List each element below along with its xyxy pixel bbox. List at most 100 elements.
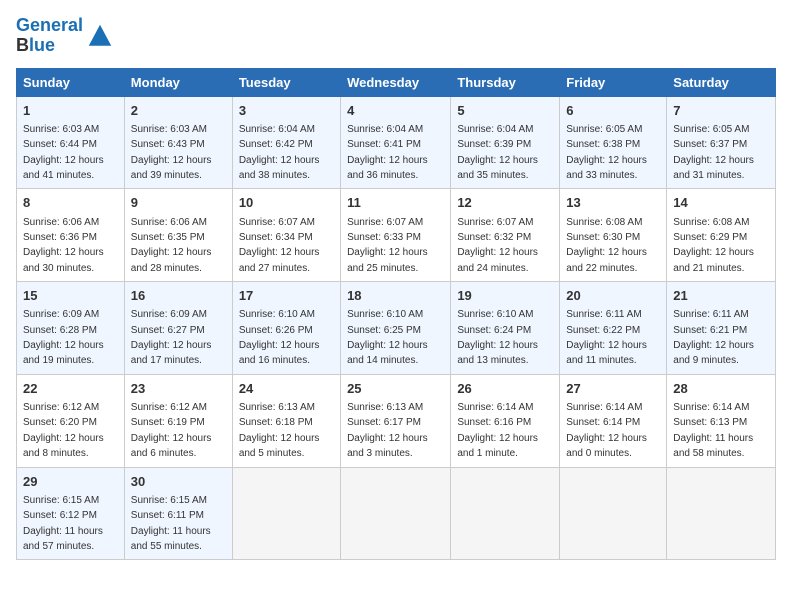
calendar-cell: 1 Sunrise: 6:03 AMSunset: 6:44 PMDayligh…	[17, 96, 125, 189]
logo-icon	[86, 22, 114, 50]
day-info: Sunrise: 6:03 AMSunset: 6:43 PMDaylight:…	[131, 124, 212, 181]
day-number: 17	[239, 287, 334, 305]
day-info: Sunrise: 6:03 AMSunset: 6:44 PMDaylight:…	[23, 124, 104, 181]
day-number: 26	[457, 380, 553, 398]
day-number: 12	[457, 194, 553, 212]
calendar-cell: 5 Sunrise: 6:04 AMSunset: 6:39 PMDayligh…	[451, 96, 560, 189]
day-number: 4	[347, 102, 444, 120]
calendar-cell: 2 Sunrise: 6:03 AMSunset: 6:43 PMDayligh…	[124, 96, 232, 189]
day-number: 20	[566, 287, 660, 305]
day-info: Sunrise: 6:10 AMSunset: 6:26 PMDaylight:…	[239, 309, 320, 366]
day-info: Sunrise: 6:13 AMSunset: 6:17 PMDaylight:…	[347, 402, 428, 459]
day-number: 29	[23, 473, 118, 491]
day-number: 7	[673, 102, 769, 120]
calendar-cell	[667, 467, 776, 560]
day-info: Sunrise: 6:11 AMSunset: 6:21 PMDaylight:…	[673, 309, 754, 366]
day-info: Sunrise: 6:04 AMSunset: 6:39 PMDaylight:…	[457, 124, 538, 181]
day-number: 14	[673, 194, 769, 212]
logo: GeneralBlue	[16, 16, 114, 56]
day-info: Sunrise: 6:04 AMSunset: 6:41 PMDaylight:…	[347, 124, 428, 181]
day-number: 10	[239, 194, 334, 212]
day-number: 19	[457, 287, 553, 305]
calendar-cell: 29 Sunrise: 6:15 AMSunset: 6:12 PMDaylig…	[17, 467, 125, 560]
day-info: Sunrise: 6:09 AMSunset: 6:28 PMDaylight:…	[23, 309, 104, 366]
weekday-header-friday: Friday	[560, 68, 667, 96]
calendar-cell: 3 Sunrise: 6:04 AMSunset: 6:42 PMDayligh…	[232, 96, 340, 189]
day-number: 13	[566, 194, 660, 212]
day-info: Sunrise: 6:10 AMSunset: 6:24 PMDaylight:…	[457, 309, 538, 366]
calendar-cell: 15 Sunrise: 6:09 AMSunset: 6:28 PMDaylig…	[17, 282, 125, 375]
calendar-cell: 11 Sunrise: 6:07 AMSunset: 6:33 PMDaylig…	[341, 189, 451, 282]
day-number: 18	[347, 287, 444, 305]
day-info: Sunrise: 6:14 AMSunset: 6:14 PMDaylight:…	[566, 402, 647, 459]
weekday-header-thursday: Thursday	[451, 68, 560, 96]
day-info: Sunrise: 6:12 AMSunset: 6:19 PMDaylight:…	[131, 402, 212, 459]
day-number: 9	[131, 194, 226, 212]
day-info: Sunrise: 6:08 AMSunset: 6:30 PMDaylight:…	[566, 217, 647, 274]
logo-text: GeneralBlue	[16, 16, 83, 56]
calendar-cell: 9 Sunrise: 6:06 AMSunset: 6:35 PMDayligh…	[124, 189, 232, 282]
day-info: Sunrise: 6:11 AMSunset: 6:22 PMDaylight:…	[566, 309, 647, 366]
calendar-cell: 21 Sunrise: 6:11 AMSunset: 6:21 PMDaylig…	[667, 282, 776, 375]
day-info: Sunrise: 6:07 AMSunset: 6:32 PMDaylight:…	[457, 217, 538, 274]
calendar-cell: 25 Sunrise: 6:13 AMSunset: 6:17 PMDaylig…	[341, 374, 451, 467]
day-number: 15	[23, 287, 118, 305]
calendar-cell: 4 Sunrise: 6:04 AMSunset: 6:41 PMDayligh…	[341, 96, 451, 189]
calendar-cell: 22 Sunrise: 6:12 AMSunset: 6:20 PMDaylig…	[17, 374, 125, 467]
day-number: 21	[673, 287, 769, 305]
day-number: 3	[239, 102, 334, 120]
day-number: 1	[23, 102, 118, 120]
day-info: Sunrise: 6:13 AMSunset: 6:18 PMDaylight:…	[239, 402, 320, 459]
calendar-cell: 7 Sunrise: 6:05 AMSunset: 6:37 PMDayligh…	[667, 96, 776, 189]
day-number: 11	[347, 194, 444, 212]
day-number: 30	[131, 473, 226, 491]
day-info: Sunrise: 6:14 AMSunset: 6:13 PMDaylight:…	[673, 402, 753, 459]
calendar-cell: 12 Sunrise: 6:07 AMSunset: 6:32 PMDaylig…	[451, 189, 560, 282]
calendar-cell: 30 Sunrise: 6:15 AMSunset: 6:11 PMDaylig…	[124, 467, 232, 560]
calendar-cell: 6 Sunrise: 6:05 AMSunset: 6:38 PMDayligh…	[560, 96, 667, 189]
day-info: Sunrise: 6:15 AMSunset: 6:12 PMDaylight:…	[23, 495, 103, 552]
calendar-cell: 24 Sunrise: 6:13 AMSunset: 6:18 PMDaylig…	[232, 374, 340, 467]
calendar-cell: 16 Sunrise: 6:09 AMSunset: 6:27 PMDaylig…	[124, 282, 232, 375]
day-info: Sunrise: 6:10 AMSunset: 6:25 PMDaylight:…	[347, 309, 428, 366]
day-number: 23	[131, 380, 226, 398]
calendar-cell: 14 Sunrise: 6:08 AMSunset: 6:29 PMDaylig…	[667, 189, 776, 282]
day-info: Sunrise: 6:08 AMSunset: 6:29 PMDaylight:…	[673, 217, 754, 274]
day-number: 22	[23, 380, 118, 398]
calendar-cell: 27 Sunrise: 6:14 AMSunset: 6:14 PMDaylig…	[560, 374, 667, 467]
calendar-cell	[232, 467, 340, 560]
day-number: 28	[673, 380, 769, 398]
day-number: 16	[131, 287, 226, 305]
day-info: Sunrise: 6:05 AMSunset: 6:37 PMDaylight:…	[673, 124, 754, 181]
day-number: 8	[23, 194, 118, 212]
weekday-header-wednesday: Wednesday	[341, 68, 451, 96]
day-info: Sunrise: 6:07 AMSunset: 6:33 PMDaylight:…	[347, 217, 428, 274]
calendar-cell: 23 Sunrise: 6:12 AMSunset: 6:19 PMDaylig…	[124, 374, 232, 467]
calendar-cell: 10 Sunrise: 6:07 AMSunset: 6:34 PMDaylig…	[232, 189, 340, 282]
calendar-cell: 8 Sunrise: 6:06 AMSunset: 6:36 PMDayligh…	[17, 189, 125, 282]
day-info: Sunrise: 6:05 AMSunset: 6:38 PMDaylight:…	[566, 124, 647, 181]
day-number: 24	[239, 380, 334, 398]
calendar-cell: 20 Sunrise: 6:11 AMSunset: 6:22 PMDaylig…	[560, 282, 667, 375]
day-info: Sunrise: 6:06 AMSunset: 6:35 PMDaylight:…	[131, 217, 212, 274]
day-info: Sunrise: 6:06 AMSunset: 6:36 PMDaylight:…	[23, 217, 104, 274]
calendar-cell: 26 Sunrise: 6:14 AMSunset: 6:16 PMDaylig…	[451, 374, 560, 467]
calendar-cell: 19 Sunrise: 6:10 AMSunset: 6:24 PMDaylig…	[451, 282, 560, 375]
calendar-cell	[560, 467, 667, 560]
calendar-table: SundayMondayTuesdayWednesdayThursdayFrid…	[16, 68, 776, 561]
day-info: Sunrise: 6:09 AMSunset: 6:27 PMDaylight:…	[131, 309, 212, 366]
day-number: 6	[566, 102, 660, 120]
weekday-header-tuesday: Tuesday	[232, 68, 340, 96]
day-number: 25	[347, 380, 444, 398]
day-number: 5	[457, 102, 553, 120]
calendar-cell: 13 Sunrise: 6:08 AMSunset: 6:30 PMDaylig…	[560, 189, 667, 282]
weekday-header-saturday: Saturday	[667, 68, 776, 96]
page-header: GeneralBlue	[16, 16, 776, 56]
calendar-cell: 18 Sunrise: 6:10 AMSunset: 6:25 PMDaylig…	[341, 282, 451, 375]
day-info: Sunrise: 6:04 AMSunset: 6:42 PMDaylight:…	[239, 124, 320, 181]
day-number: 2	[131, 102, 226, 120]
calendar-cell: 17 Sunrise: 6:10 AMSunset: 6:26 PMDaylig…	[232, 282, 340, 375]
weekday-header-sunday: Sunday	[17, 68, 125, 96]
day-info: Sunrise: 6:07 AMSunset: 6:34 PMDaylight:…	[239, 217, 320, 274]
day-info: Sunrise: 6:12 AMSunset: 6:20 PMDaylight:…	[23, 402, 104, 459]
